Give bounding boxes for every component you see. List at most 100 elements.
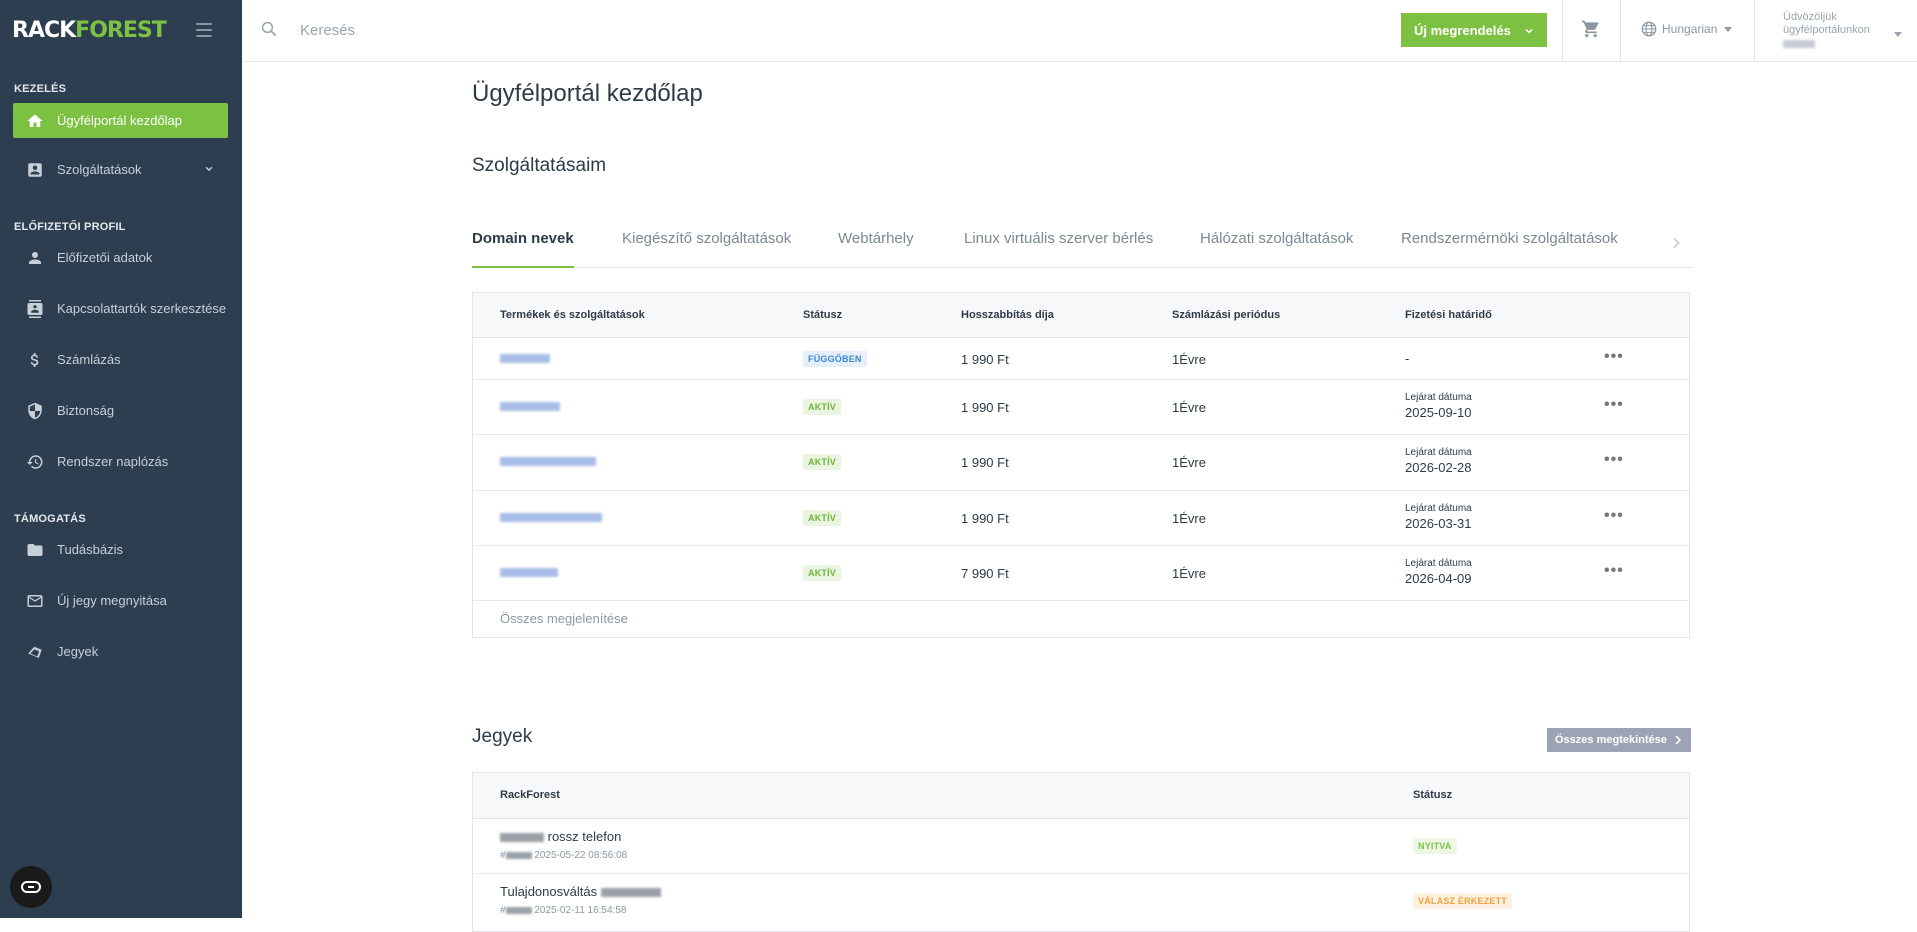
renewal-price: 1 990 Ft xyxy=(961,511,1009,526)
tab-domain-names[interactable]: Domain nevek xyxy=(472,224,574,268)
sidebar-item-security[interactable]: Biztonság xyxy=(13,393,228,428)
tab-sysadmin-services[interactable]: Rendszermérnöki szolgáltatások xyxy=(1401,224,1618,268)
new-order-label: Új megrendelés xyxy=(1414,22,1511,38)
cart-icon[interactable] xyxy=(1581,19,1601,39)
sidebar-item-label: Jegyek xyxy=(57,644,99,659)
billing-period: 1Évre xyxy=(1172,511,1206,526)
sidebar-item-system-log[interactable]: Rendszer naplózás xyxy=(13,444,228,479)
help-chat-button[interactable] xyxy=(10,866,52,908)
ticket-title[interactable]: rossz telefon xyxy=(500,829,621,844)
more-actions-icon[interactable]: ••• xyxy=(1604,562,1624,580)
chevron-down-icon xyxy=(1525,28,1533,34)
column-header: Fizetési határidő xyxy=(1405,309,1492,321)
new-order-button[interactable]: Új megrendelés xyxy=(1401,13,1547,47)
tab-addon-services[interactable]: Kiegészítő szolgáltatások xyxy=(622,224,791,268)
view-all-tickets-button[interactable]: Összes megtekintése xyxy=(1547,728,1691,752)
show-all-link[interactable]: Összes megjelenítése xyxy=(500,611,628,626)
home-icon xyxy=(13,112,57,130)
domain-name-redacted[interactable] xyxy=(500,513,602,522)
chevron-right-icon xyxy=(1675,735,1681,745)
sidebar-item-label: Rendszer naplózás xyxy=(57,454,169,469)
expiry-date: Lejárat dátuma 2025-09-10 xyxy=(1405,392,1472,420)
mail-icon xyxy=(13,592,57,610)
tickets-icon xyxy=(13,643,57,661)
service-tabs: Domain nevek Kiegészítő szolgáltatások W… xyxy=(472,224,1692,268)
sidebar-item-services[interactable]: Szolgáltatások xyxy=(13,152,228,187)
renewal-price: 1 990 Ft xyxy=(961,352,1009,367)
search-input[interactable] xyxy=(300,18,700,42)
tab-linux-vps[interactable]: Linux virtuális szerver bérlés xyxy=(964,224,1153,268)
renewal-price: 1 990 Ft xyxy=(961,455,1009,470)
page-title: Ügyfélportál kezdőlap xyxy=(472,80,703,107)
sidebar-item-label: Szolgáltatások xyxy=(57,162,142,177)
user-menu[interactable]: Üdvözöljük ügyfélportálunkon xyxy=(1783,11,1902,52)
services-heading: Szolgáltatásaim xyxy=(472,155,607,176)
sidebar-item-subscriber-data[interactable]: Előfizetői adatok xyxy=(13,240,228,275)
services-table: Termékek és szolgáltatások Státusz Hossz… xyxy=(472,292,1690,638)
menu-toggle-icon[interactable] xyxy=(194,20,214,40)
table-row[interactable]: rossz telefon # 2025-05-22 08:56:08 NYIT… xyxy=(473,819,1689,874)
status-badge: AKTÍV xyxy=(803,565,841,581)
status-badge: FÜGGŐBEN xyxy=(803,351,867,367)
domain-name-redacted[interactable] xyxy=(500,457,596,466)
sidebar-item-billing[interactable]: Számlázás xyxy=(13,342,228,377)
rackforest-logo[interactable]: RACKFOREST xyxy=(12,18,167,43)
caret-down-icon xyxy=(1894,32,1902,37)
column-header: RackForest xyxy=(500,789,560,801)
globe-icon xyxy=(1641,21,1657,37)
search-icon xyxy=(261,21,277,37)
column-header: Státusz xyxy=(1413,789,1453,801)
expiry-date: Lejárat dátuma 2026-02-28 xyxy=(1405,447,1472,475)
sidebar-item-contacts[interactable]: Kapcsolattartók szerkesztése xyxy=(13,291,228,326)
status-badge: AKTÍV xyxy=(803,510,841,526)
language-label: Hungarian xyxy=(1662,22,1718,36)
domain-name-redacted[interactable] xyxy=(500,568,558,577)
sidebar-item-tickets[interactable]: Jegyek xyxy=(13,634,228,669)
services-icon xyxy=(13,161,57,179)
sidebar-item-label: Előfizetői adatok xyxy=(57,250,153,265)
ticket-title[interactable]: Tulajdonosváltás xyxy=(500,884,661,899)
chevron-right-icon[interactable] xyxy=(1668,234,1684,252)
sidebar-item-label: Ügyfélportál kezdőlap xyxy=(57,113,183,128)
tab-webhosting[interactable]: Webtárhely xyxy=(838,224,914,268)
sidebar-item-new-ticket[interactable]: Új jegy megnyitása xyxy=(13,583,228,618)
more-actions-icon[interactable]: ••• xyxy=(1604,396,1624,414)
tab-network-services[interactable]: Hálózati szolgáltatások xyxy=(1200,224,1353,268)
more-actions-icon[interactable]: ••• xyxy=(1604,451,1624,469)
status-badge: VÁLASZ ÉRKEZETT xyxy=(1413,893,1513,909)
top-bar: Új megrendelés Hungarian Üdvözöljük ügyf… xyxy=(242,0,1917,62)
column-header: Számlázási periódus xyxy=(1172,309,1281,321)
sidebar-item-knowledge-base[interactable]: Tudásbázis xyxy=(13,532,228,567)
table-row: AKTÍV 1 990 Ft 1Évre Lejárat dátuma 2025-… xyxy=(473,380,1689,435)
more-actions-icon[interactable]: ••• xyxy=(1604,507,1624,525)
table-row[interactable]: Tulajdonosváltás # 2025-02-11 16:54:58 V… xyxy=(473,874,1689,929)
status-badge: AKTÍV xyxy=(803,454,841,470)
table-header: RackForest Státusz xyxy=(473,773,1689,819)
sidebar-item-label: Számlázás xyxy=(57,352,121,367)
chat-icon xyxy=(21,881,41,893)
history-icon xyxy=(13,453,57,471)
status-badge: NYITVA xyxy=(1413,838,1457,854)
status-badge: AKTÍV xyxy=(803,399,841,415)
section-label-support: TÁMOGATÁS xyxy=(14,513,86,525)
table-row: AKTÍV 7 990 Ft 1Évre Lejárat dátuma 2026-… xyxy=(473,546,1689,601)
domain-name-redacted[interactable] xyxy=(500,402,560,411)
column-header: Termékek és szolgáltatások xyxy=(500,309,645,321)
language-selector[interactable]: Hungarian xyxy=(1640,20,1733,38)
domain-name-redacted[interactable] xyxy=(500,354,550,363)
user-icon xyxy=(13,249,57,267)
chevron-down-icon xyxy=(205,166,213,172)
table-header: Termékek és szolgáltatások Státusz Hossz… xyxy=(473,293,1689,338)
expiry-date: Lejárat dátuma 2026-03-31 xyxy=(1405,503,1472,531)
tickets-table: RackForest Státusz rossz telefon # 2025-… xyxy=(472,772,1690,932)
more-actions-icon[interactable]: ••• xyxy=(1604,348,1624,366)
sidebar-item-dashboard[interactable]: Ügyfélportál kezdőlap xyxy=(13,103,228,138)
shield-icon xyxy=(13,402,57,420)
expiry-date: Lejárat dátuma 2026-04-09 xyxy=(1405,558,1472,586)
table-row: AKTÍV 1 990 Ft 1Évre Lejárat dátuma 2026-… xyxy=(473,435,1689,491)
table-row: FÜGGŐBEN 1 990 Ft 1Évre - ••• xyxy=(473,338,1689,380)
sidebar-item-label: Új jegy megnyitása xyxy=(57,593,167,608)
section-label-kezeles: KEZELÉS xyxy=(14,83,67,95)
column-header: Státusz xyxy=(803,309,843,321)
ticket-meta: # 2025-02-11 16:54:58 xyxy=(500,905,627,916)
